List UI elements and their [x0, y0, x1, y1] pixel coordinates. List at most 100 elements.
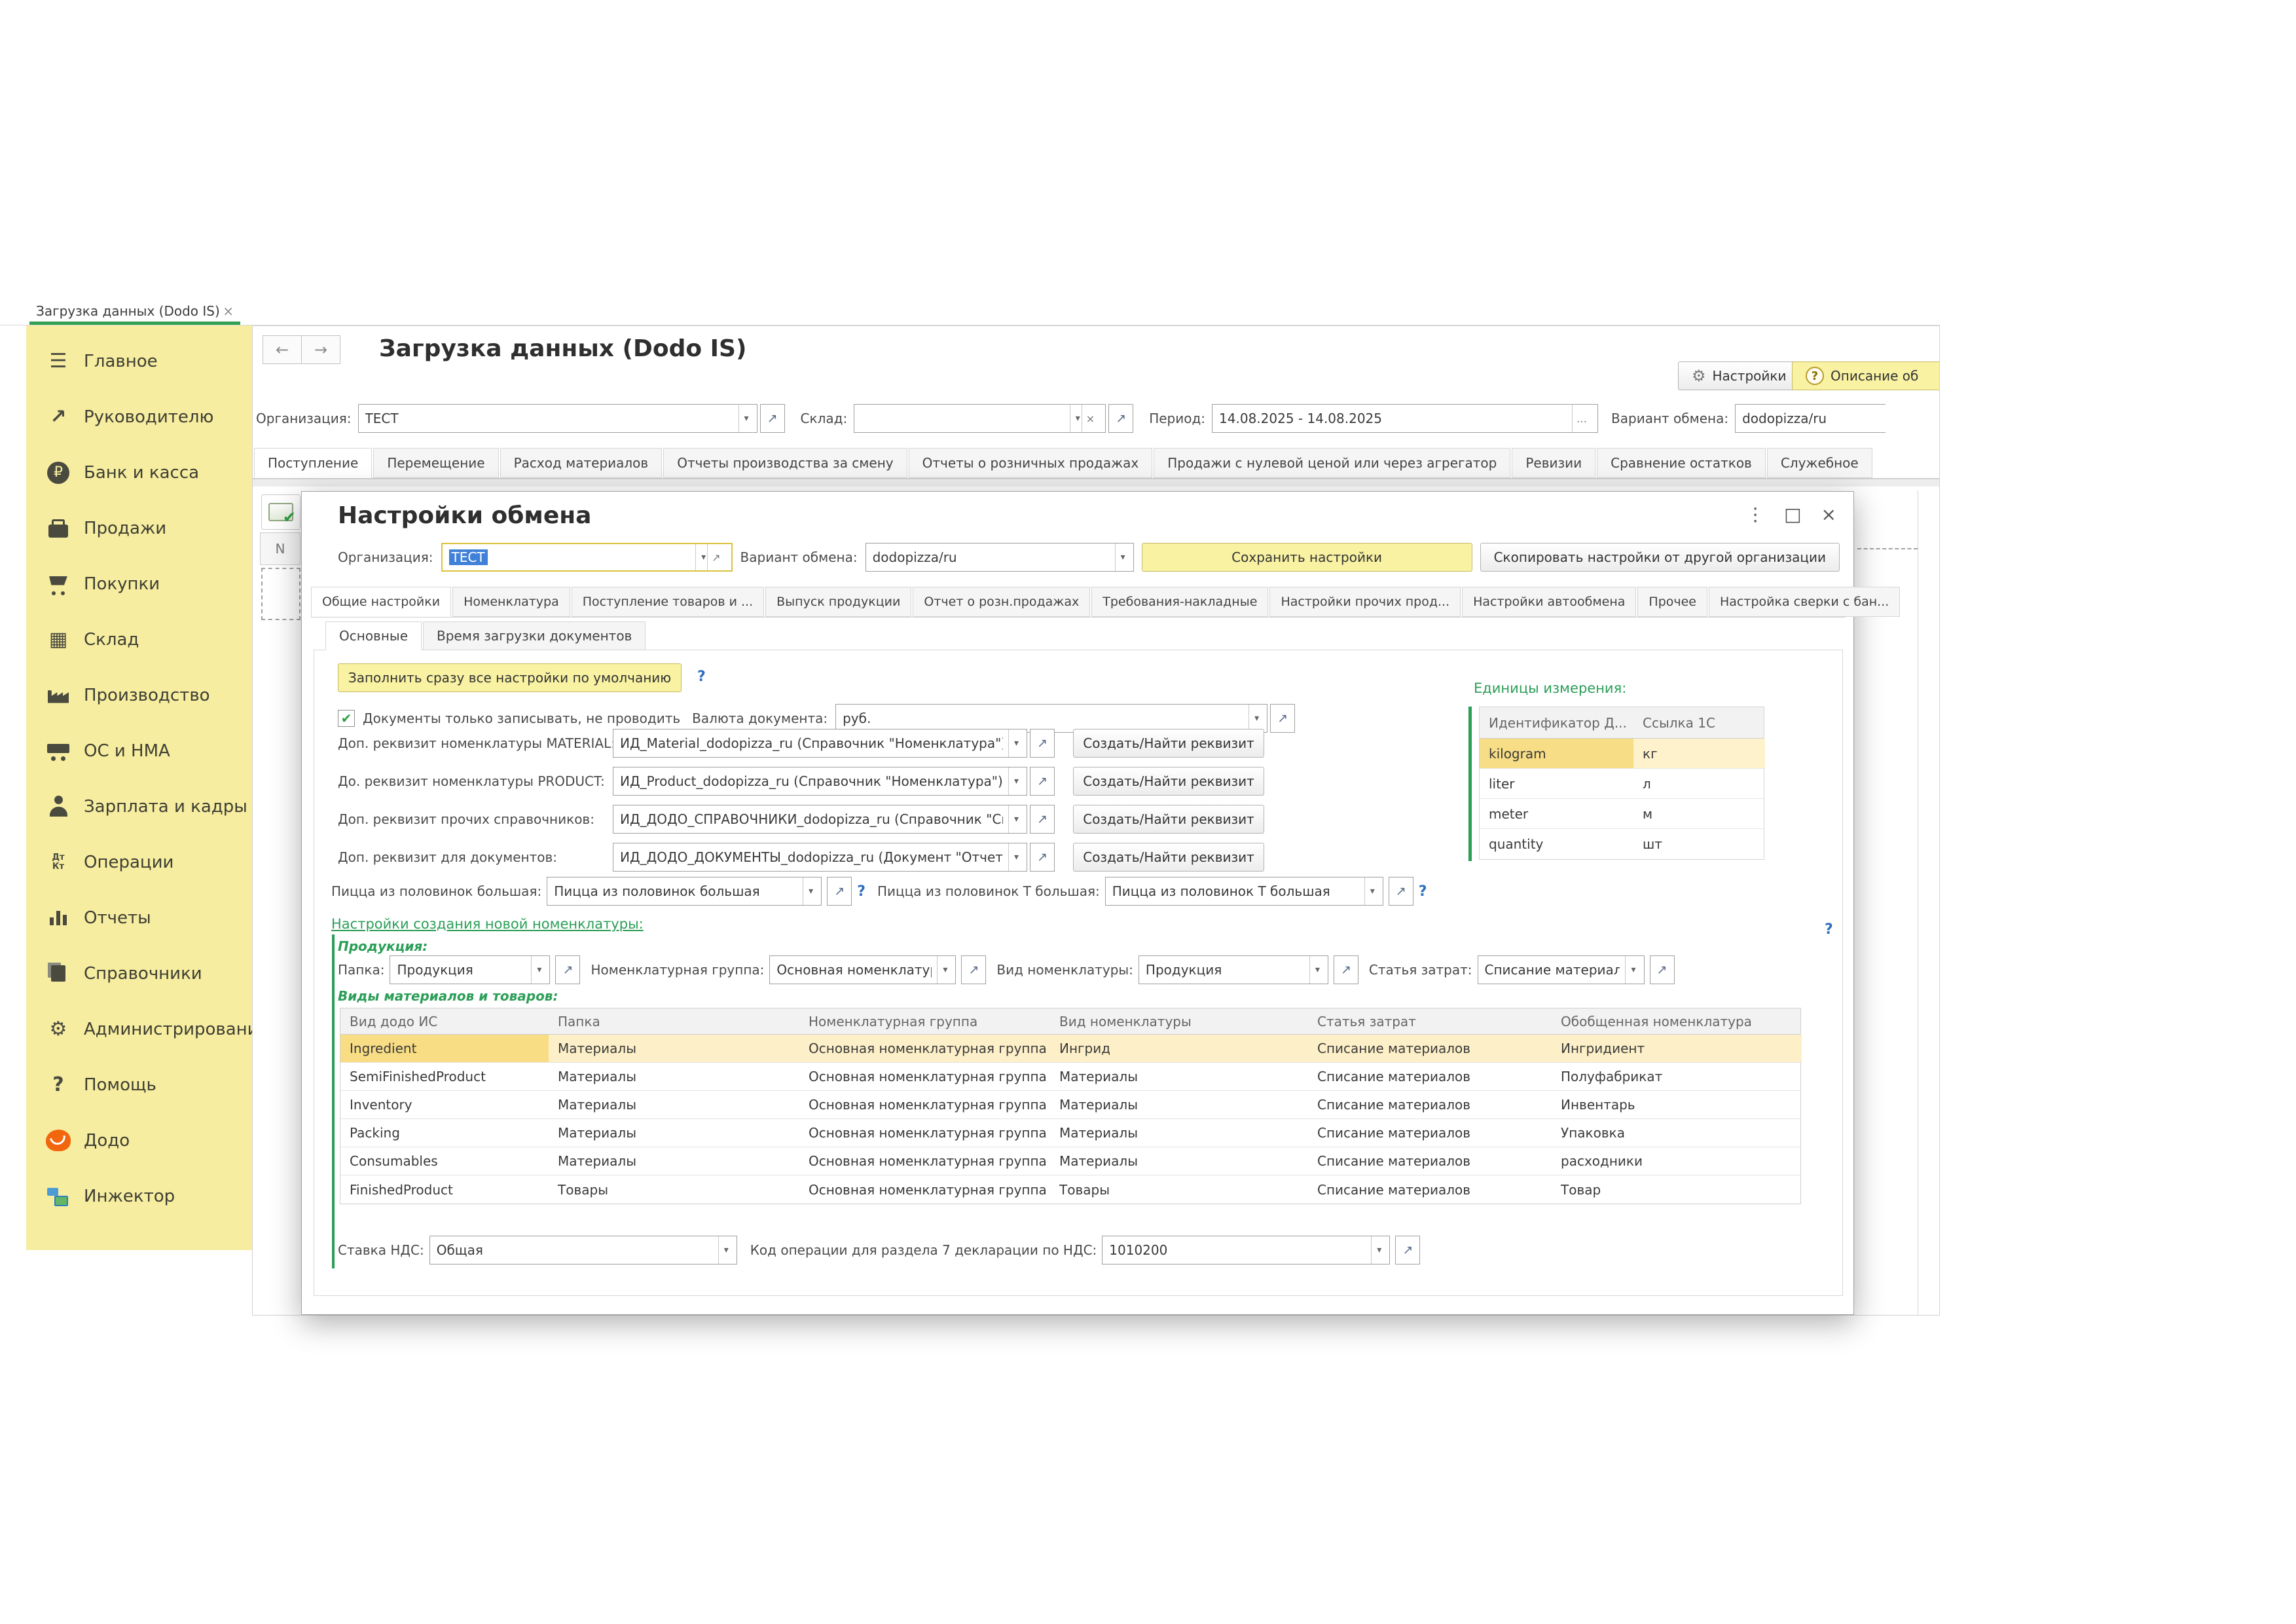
window-tab[interactable]: Загрузка данных (Dodo IS) ×: [29, 297, 240, 325]
pizza-right-field[interactable]: Пицца из половинок Т большая▾: [1105, 877, 1383, 906]
window-tab-close-icon[interactable]: ×: [223, 303, 234, 319]
subtab-osnovnye[interactable]: Основные: [325, 621, 422, 650]
attr-field[interactable]: ИД_Product_dodopizza_ru (Справочник "Ном…: [613, 767, 1027, 796]
dialog-tab-prochie-prod[interactable]: Настройки прочих прод...: [1269, 587, 1461, 617]
chevron-down-icon[interactable]: ▾: [1309, 956, 1321, 984]
table-row-finishedproduct[interactable]: FinishedProductТоварыОсновная номенклату…: [340, 1175, 1800, 1204]
chevron-down-icon[interactable]: ▾: [1008, 843, 1020, 871]
help-icon[interactable]: ?: [697, 669, 706, 685]
org-field[interactable]: ТЕСТ ▾: [358, 404, 757, 433]
chevron-down-icon[interactable]: ▾: [803, 877, 814, 905]
col-papka[interactable]: Папка: [549, 1008, 799, 1034]
chevron-down-icon[interactable]: ▾: [1008, 729, 1020, 757]
chevron-down-icon[interactable]: ▾: [1625, 956, 1637, 984]
chevron-down-icon[interactable]: ▾: [718, 1236, 730, 1264]
create-find-attr-button[interactable]: Создать/Найти реквизит: [1073, 767, 1264, 796]
sidebar-item-bank[interactable]: Банк и касса: [26, 445, 252, 500]
op-code-field[interactable]: 1010200▾: [1102, 1236, 1390, 1264]
tab-otchety-proizvodstva[interactable]: Отчеты производства за смену: [663, 448, 907, 478]
chevron-down-icon[interactable]: ▾: [738, 405, 750, 432]
dialog-tab-sverka[interactable]: Настройка сверки с бан...: [1709, 587, 1900, 617]
chevron-down-icon[interactable]: ▾: [1008, 805, 1020, 833]
col-obobshch[interactable]: Обобщенная номенклатура: [1552, 1008, 1802, 1034]
dialog-tab-prochee[interactable]: Прочее: [1637, 587, 1707, 617]
write-only-checkbox[interactable]: ✔: [338, 710, 355, 727]
chevron-down-icon[interactable]: ▾: [695, 544, 707, 570]
sidebar-item-operations[interactable]: Операции: [26, 834, 252, 890]
kind-field[interactable]: Продукция▾: [1139, 955, 1328, 984]
tab-rashod[interactable]: Расход материалов: [500, 448, 663, 478]
table-row-ingredient[interactable]: IngredientМатериалыОсновная номенклатурн…: [340, 1035, 1800, 1063]
dialog-org-field[interactable]: ТЕСТ ▾ ↗: [441, 543, 733, 572]
dialog-tab-trebovaniya[interactable]: Требования-накладные: [1091, 587, 1268, 617]
dialog-tab-obshchie[interactable]: Общие настройки: [311, 587, 451, 617]
tab-otchety-roznichnye[interactable]: Отчеты о розничных продажах: [909, 448, 1153, 478]
period-field[interactable]: 14.08.2025 - 14.08.2025 …: [1212, 404, 1598, 433]
subtab-vremya-zagruzki[interactable]: Время загрузки документов: [423, 621, 646, 650]
help-icon[interactable]: ?: [857, 883, 866, 900]
attr-open-button[interactable]: ↗: [1030, 805, 1055, 834]
sidebar-item-administration[interactable]: Администрирование: [26, 1001, 252, 1057]
folder-field[interactable]: Продукция▾: [390, 955, 550, 984]
sidebar-item-production[interactable]: Производство: [26, 667, 252, 723]
units-row[interactable]: quantityшт: [1480, 829, 1764, 859]
chevron-down-icon[interactable]: ▾: [1371, 1236, 1383, 1264]
dialog-tab-vypusk[interactable]: Выпуск продукции: [765, 587, 911, 617]
sidebar-item-salary[interactable]: Зарплата и кадры: [26, 779, 252, 834]
tab-prodazhi-nulevoy[interactable]: Продажи с нулевой ценой или через агрега…: [1154, 448, 1510, 478]
warehouse-field[interactable]: ▾ ×: [854, 404, 1106, 433]
copy-settings-button[interactable]: Скопировать настройки от другой организа…: [1480, 543, 1840, 572]
chevron-down-icon[interactable]: ▾: [1070, 405, 1082, 432]
description-button[interactable]: ? Описание об: [1792, 361, 1940, 390]
chevron-down-icon[interactable]: ▾: [531, 956, 543, 984]
folder-open-button[interactable]: ↗: [555, 955, 580, 984]
units-row[interactable]: meterм: [1480, 799, 1764, 829]
help-icon[interactable]: ?: [1419, 883, 1427, 900]
sidebar-item-catalogs[interactable]: Справочники: [26, 946, 252, 1001]
chevron-down-icon[interactable]: ▾: [937, 956, 949, 984]
dialog-tab-nomenklatura[interactable]: Номенклатура: [452, 587, 570, 617]
pizza-right-open-button[interactable]: ↗: [1389, 877, 1413, 906]
table-row-semifinished[interactable]: SemiFinishedProductМатериалыОсновная ном…: [340, 1063, 1800, 1091]
units-row[interactable]: literл: [1480, 769, 1764, 799]
maximize-icon[interactable]: □: [1784, 504, 1801, 525]
attr-open-button[interactable]: ↗: [1030, 843, 1055, 872]
load-file-button[interactable]: [261, 494, 301, 530]
sidebar-item-injector[interactable]: Инжектор: [26, 1168, 252, 1224]
org-open-button[interactable]: ↗: [760, 404, 785, 433]
create-find-attr-button[interactable]: Создать/Найти реквизит: [1073, 843, 1264, 872]
col-statya[interactable]: Статья затрат: [1308, 1008, 1552, 1034]
create-find-attr-button[interactable]: Создать/Найти реквизит: [1073, 805, 1264, 834]
chevron-down-icon[interactable]: ▾: [1115, 544, 1127, 571]
attr-field[interactable]: ИД_ДОДО_СПРАВОЧНИКИ_dodopizza_ru (Справо…: [613, 805, 1027, 834]
attr-field[interactable]: ИД_Material_dodopizza_ru (Справочник "Но…: [613, 729, 1027, 758]
sidebar-item-purchases[interactable]: Покупки: [26, 556, 252, 612]
attr-open-button[interactable]: ↗: [1030, 729, 1055, 758]
cost-open-button[interactable]: ↗: [1650, 955, 1675, 984]
dialog-tab-postuplenie-tovarov[interactable]: Поступление товаров и ...: [572, 587, 764, 617]
sidebar-item-warehouse[interactable]: Склад: [26, 612, 252, 667]
op-code-open-button[interactable]: ↗: [1395, 1236, 1420, 1264]
col-vid-dodo[interactable]: Вид додо ИС: [340, 1008, 549, 1034]
create-find-attr-button[interactable]: Создать/Найти реквизит: [1073, 729, 1264, 758]
ellipsis-icon[interactable]: …: [1572, 405, 1591, 432]
sidebar-item-os-nma[interactable]: ОС и НМА: [26, 723, 252, 779]
table-row-inventory[interactable]: InventoryМатериалыОсновная номенклатурна…: [340, 1091, 1800, 1119]
help-icon[interactable]: ?: [1825, 921, 1833, 938]
empty-table-row[interactable]: [261, 568, 301, 620]
sidebar-item-dodo[interactable]: Додо: [26, 1113, 252, 1168]
units-col-id[interactable]: Идентификатор Д...: [1480, 707, 1633, 738]
tab-postuplenie[interactable]: Поступление: [254, 448, 372, 478]
dialog-tab-otchet-rozn[interactable]: Отчет о розн.продажах: [913, 587, 1090, 617]
kebab-menu-icon[interactable]: ⋮: [1746, 504, 1764, 525]
col-vid-nom[interactable]: Вид номенклатуры: [1050, 1008, 1308, 1034]
col-nom-gruppa[interactable]: Номенклатурная группа: [799, 1008, 1050, 1034]
variant-field[interactable]: dodopizza/ru: [1735, 404, 1886, 433]
kind-open-button[interactable]: ↗: [1334, 955, 1358, 984]
tab-sluzhebnoe[interactable]: Служебное: [1767, 448, 1872, 478]
new-nomenclature-link[interactable]: Настройки создания новой номенклатуры:: [331, 916, 644, 932]
group-field[interactable]: Основная номенклатурная груп▾: [769, 955, 956, 984]
dialog-variant-field[interactable]: dodopizza/ru ▾: [866, 543, 1134, 572]
close-icon[interactable]: ×: [1821, 504, 1836, 525]
chevron-down-icon[interactable]: ▾: [1248, 705, 1260, 732]
